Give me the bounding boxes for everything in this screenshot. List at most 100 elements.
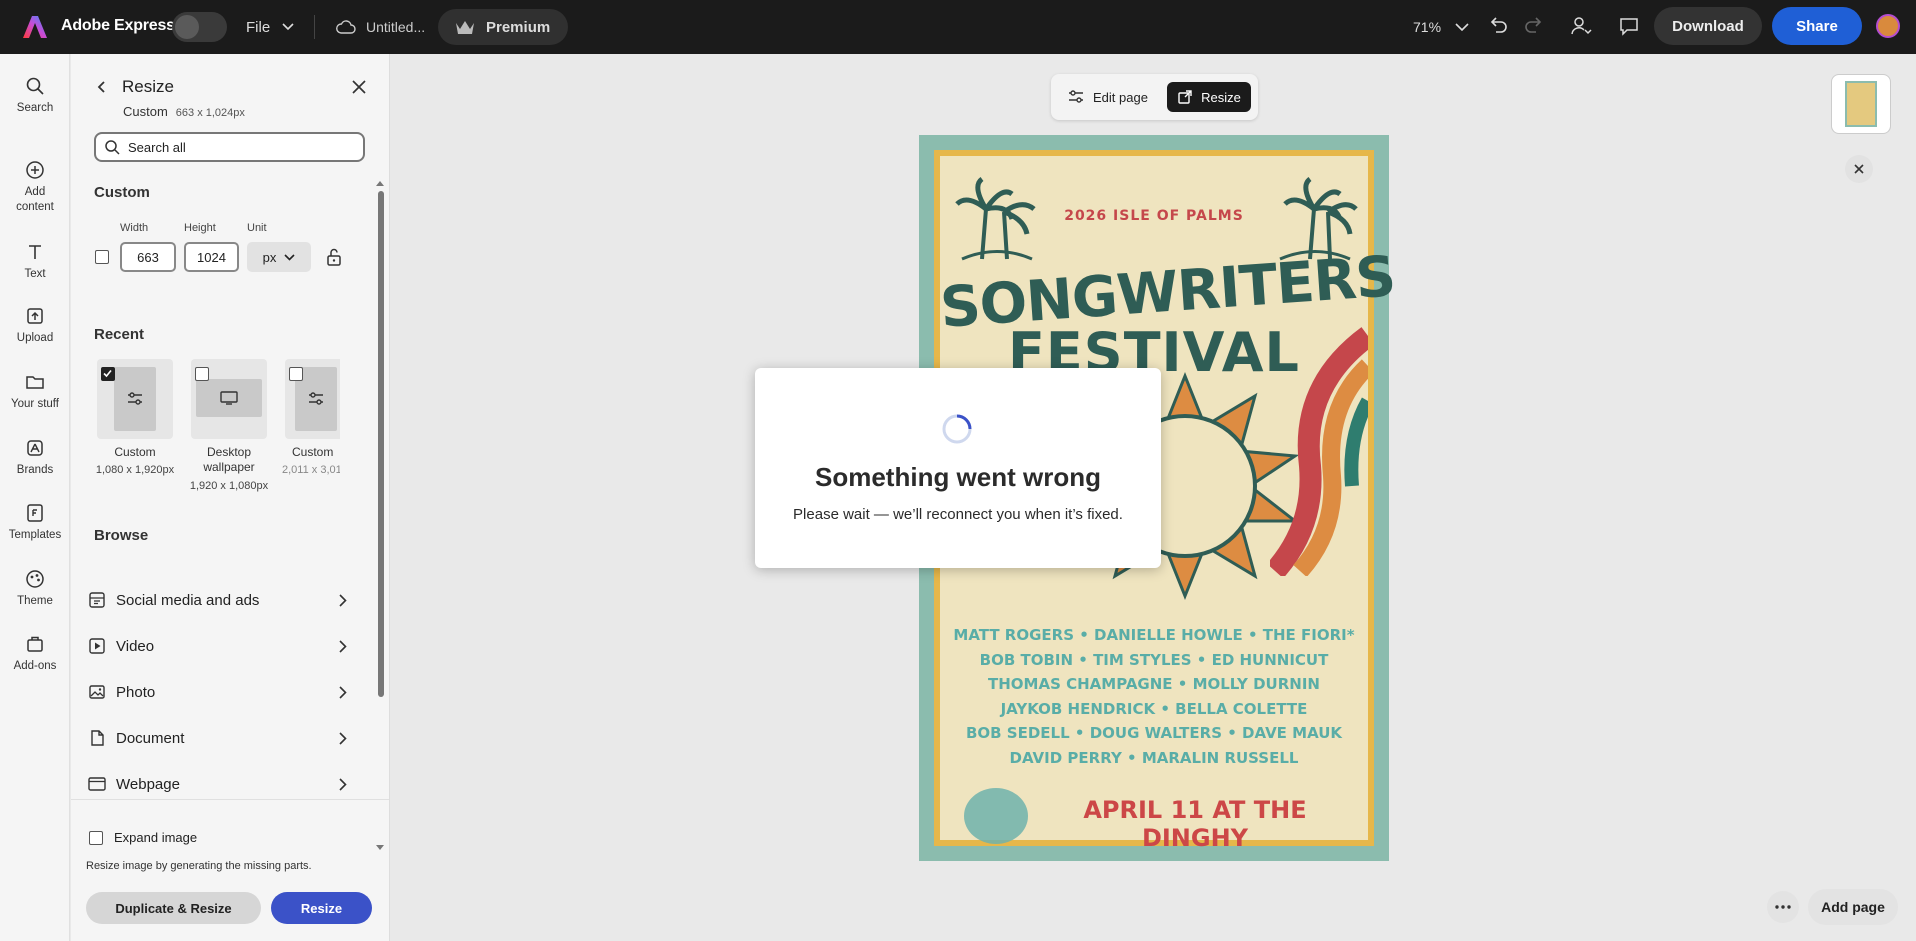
recent-checkbox[interactable]	[289, 367, 303, 381]
crown-icon	[456, 21, 474, 34]
resize-button[interactable]: Resize	[271, 892, 372, 924]
rail-item-add-content[interactable]: Add content	[0, 160, 70, 215]
lineup-line: JAYKOB HENDRICK • BELLA COLETTE	[1000, 699, 1308, 718]
photo-icon	[89, 685, 105, 699]
rail-item-your-stuff[interactable]: Your stuff	[0, 372, 70, 412]
folder-icon	[26, 376, 44, 389]
share-button[interactable]: Share	[1772, 7, 1862, 45]
rail-item-upload[interactable]: Upload	[0, 306, 70, 346]
rainbow-stripes-illustration	[1270, 327, 1368, 576]
browse-label: Photo	[116, 683, 156, 701]
browse-webpage[interactable]: Webpage	[85, 766, 347, 802]
lineup-line: DAVID PERRY • MARALIN RUSSELL	[1009, 748, 1299, 767]
resize-icon	[1178, 90, 1192, 104]
duplicate-resize-button[interactable]: Duplicate & Resize	[86, 892, 261, 924]
panel-scrollbar[interactable]	[376, 179, 384, 850]
document-title[interactable]: Untitled...	[336, 15, 425, 39]
scrollbar-thumb[interactable]	[378, 191, 384, 697]
close-icon[interactable]	[1845, 155, 1873, 183]
recent-item[interactable]: Custom 1,080 x 1,920px	[96, 359, 177, 494]
current-size-dimensions: 663 x 1,024px	[175, 107, 245, 119]
browse-document[interactable]: Document	[85, 720, 347, 756]
page-thumbnail[interactable]	[1831, 74, 1891, 134]
loading-spinner-icon	[942, 414, 972, 444]
unit-value: px	[262, 249, 277, 265]
rail-label: Upload	[16, 332, 54, 344]
lineup-line: THOMAS CHAMPAGNE • MOLLY DURNIN	[988, 675, 1320, 693]
redo-icon[interactable]	[1524, 15, 1544, 35]
search-icon	[105, 140, 120, 155]
webpage-icon	[88, 777, 106, 791]
social-icon	[89, 592, 105, 608]
file-menu[interactable]: File	[246, 15, 294, 39]
chevron-right-icon	[339, 777, 347, 791]
adobe-express-logo-icon[interactable]	[22, 14, 48, 40]
rail-item-brands[interactable]: Brands	[0, 438, 70, 478]
chevron-right-icon	[339, 685, 347, 699]
palette-icon	[26, 570, 44, 588]
browse-label: Webpage	[116, 775, 180, 793]
document-icon	[91, 730, 104, 746]
sliders-icon	[1069, 90, 1083, 103]
edit-page-label: Edit page	[1093, 89, 1148, 105]
recent-item[interactable]: Custom 2,011 x 3,016	[280, 359, 340, 494]
browse-label: Document	[116, 729, 185, 747]
unit-select[interactable]: px	[247, 242, 311, 272]
rail-item-add-ons[interactable]: Add-ons	[0, 634, 70, 674]
sliders-icon	[309, 392, 323, 405]
rail-label: Templates	[8, 529, 62, 541]
recent-item[interactable]: Desktop wallpaper 1,920 x 1,080px	[190, 359, 271, 519]
app-name: Adobe Express	[61, 17, 175, 34]
recent-checkbox[interactable]	[195, 367, 209, 381]
rail-item-templates[interactable]: Templates	[0, 503, 70, 543]
expand-image-checkbox[interactable]	[89, 831, 103, 845]
rail-label: Add-ons	[13, 660, 57, 672]
search-input[interactable]: Search all	[94, 132, 365, 162]
plus-circle-icon	[26, 161, 44, 179]
collaborate-icon[interactable]	[1570, 15, 1592, 37]
avatar[interactable]	[1876, 14, 1900, 38]
browse-label: Video	[116, 637, 155, 655]
unlock-icon[interactable]	[326, 247, 342, 272]
poster-date: APRIL 11 AT THE DINGHY	[1083, 796, 1307, 852]
browse-photo[interactable]: Photo	[85, 674, 347, 710]
recent-item-size: 2,011 x 3,016	[282, 464, 340, 476]
poster-subheading: 2026 ISLE OF PALMS	[1064, 208, 1244, 224]
height-input[interactable]: 1024	[184, 242, 239, 272]
browse-section-title: Browse	[94, 527, 149, 544]
comment-icon[interactable]	[1618, 15, 1640, 37]
search-placeholder: Search all	[128, 139, 186, 155]
document-title-text: Untitled...	[366, 19, 426, 35]
close-icon[interactable]	[351, 79, 367, 100]
browse-label: Social media and ads	[116, 591, 260, 609]
chevron-down-icon	[284, 253, 295, 261]
edit-page-button[interactable]: Edit page	[1061, 82, 1154, 112]
current-size: Custom 663 x 1,024px	[123, 104, 245, 119]
desktop-icon	[220, 391, 238, 405]
undo-icon[interactable]	[1488, 15, 1508, 35]
unit-label: Unit	[247, 222, 267, 234]
error-title: Something went wrong	[815, 462, 1101, 492]
recent-checkbox[interactable]	[101, 367, 115, 381]
download-button[interactable]: Download	[1654, 7, 1762, 45]
width-input[interactable]: 663	[120, 242, 176, 272]
rail-item-theme[interactable]: Theme	[0, 569, 70, 609]
chevron-right-icon	[339, 593, 347, 607]
custom-size-checkbox[interactable]	[95, 250, 109, 264]
rail-label: Search	[16, 102, 54, 114]
rail-item-search[interactable]: Search	[0, 76, 70, 116]
zoom-control[interactable]: 71%	[1413, 15, 1469, 39]
sliders-icon	[128, 392, 142, 405]
recent-item-name: Desktop wallpaper	[203, 445, 255, 474]
resize-tab[interactable]: Resize	[1167, 82, 1251, 112]
more-options-icon[interactable]	[1767, 891, 1799, 923]
rail-item-text[interactable]: Text	[0, 242, 70, 282]
browse-video[interactable]: Video	[85, 628, 347, 664]
search-icon	[26, 77, 44, 95]
rail-label: Brands	[16, 464, 54, 476]
add-page-button[interactable]: Add page	[1808, 889, 1898, 925]
back-arrow-icon[interactable]	[95, 80, 109, 99]
premium-button[interactable]: Premium	[438, 9, 569, 45]
browse-social-media[interactable]: Social media and ads	[85, 582, 347, 618]
mode-toggle[interactable]	[172, 12, 227, 42]
